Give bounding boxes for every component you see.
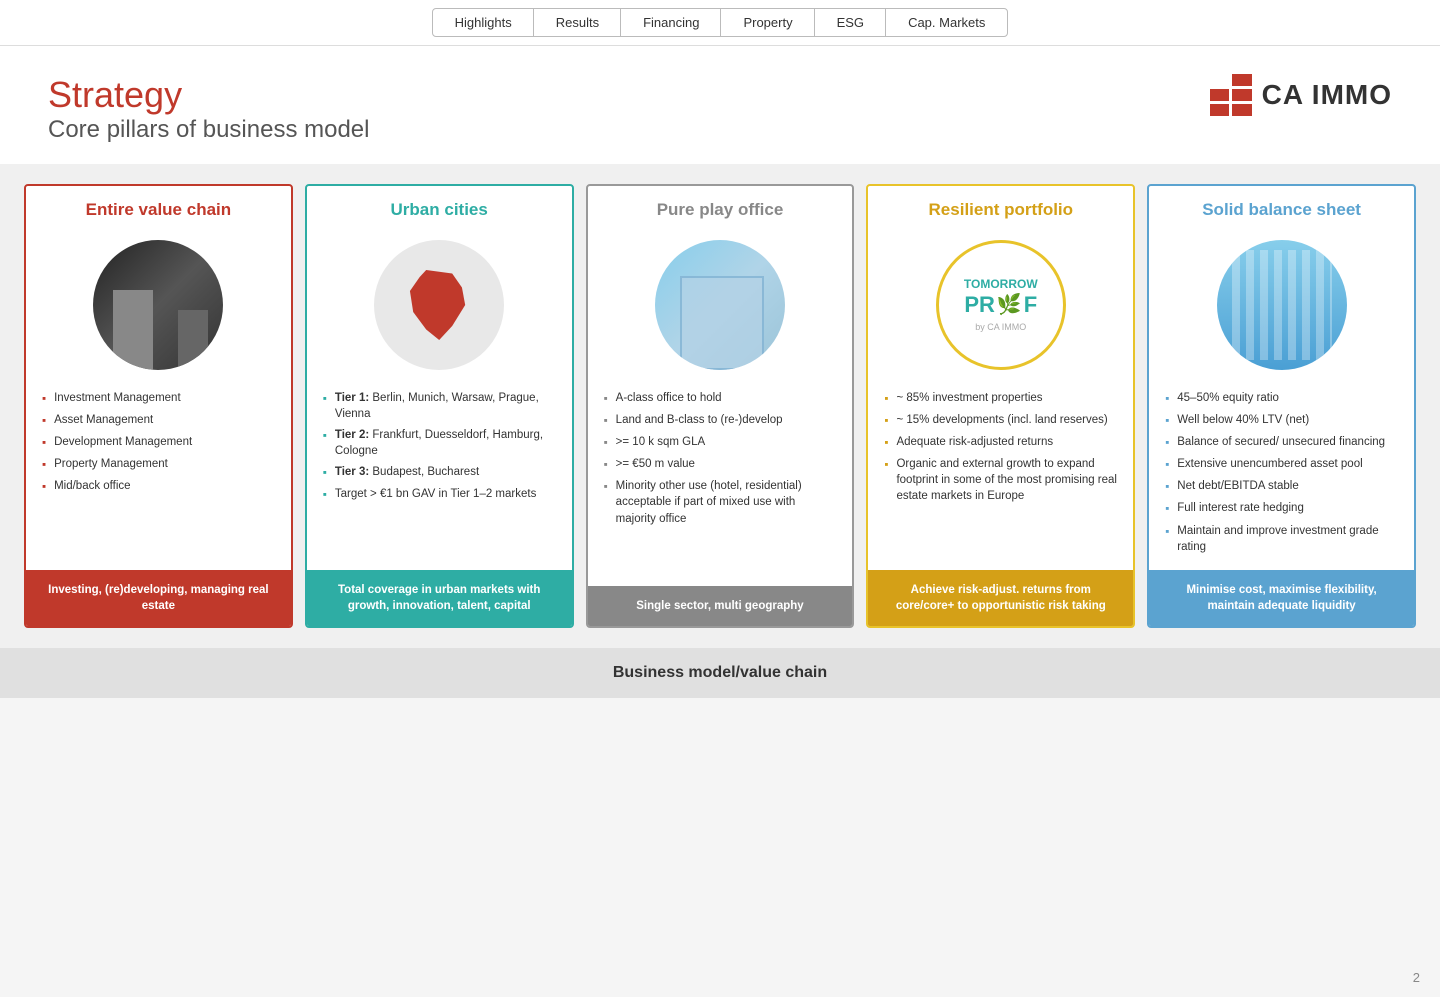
pillar-image-3 xyxy=(588,230,853,380)
pillar-body-1: Investment Management Asset Management D… xyxy=(26,380,291,570)
pillars-grid: Entire value chain Investment Management… xyxy=(24,184,1416,628)
navigation-bar: Highlights Results Financing Property ES… xyxy=(0,0,1440,46)
pillar-title-3: Pure play office xyxy=(588,186,853,230)
pillar-title-1: Entire value chain xyxy=(26,186,291,230)
list-item: Asset Management xyxy=(42,412,275,429)
pillar-title-5: Solid balance sheet xyxy=(1149,186,1414,230)
pillar-body-4: ~ 85% investment properties ~ 15% develo… xyxy=(868,380,1133,570)
pillar-body-2: Tier 1: Berlin, Munich, Warsaw, Prague, … xyxy=(307,380,572,570)
main-content: Entire value chain Investment Management… xyxy=(0,164,1440,648)
pillar-footer-3: Single sector, multi geography xyxy=(588,586,853,626)
building-image xyxy=(93,240,223,370)
page-number: 2 xyxy=(1413,970,1420,985)
leaf-icon: 🌿 xyxy=(997,293,1022,317)
list-item: Tier 2: Frankfurt, Duesseldorf, Hamburg,… xyxy=(323,427,556,459)
list-item: Net debt/EBITDA stable xyxy=(1165,478,1398,495)
list-item: ~ 85% investment properties xyxy=(884,390,1117,407)
list-item: Property Management xyxy=(42,456,275,473)
bullet-list-4: ~ 85% investment properties ~ 15% develo… xyxy=(884,390,1117,505)
page-header: Strategy Core pillars of business model … xyxy=(0,46,1440,164)
bullet-list-1: Investment Management Asset Management D… xyxy=(42,390,275,495)
list-item: >= 10 k sqm GLA xyxy=(604,434,837,451)
bottom-banner: Business model/value chain xyxy=(0,648,1440,698)
list-item: Investment Management xyxy=(42,390,275,407)
pillar-solid-balance-sheet: Solid balance sheet 45–50% equity ratio … xyxy=(1147,184,1416,628)
list-item: Organic and external growth to expand fo… xyxy=(884,456,1117,504)
bullet-list-2: Tier 1: Berlin, Munich, Warsaw, Prague, … xyxy=(323,390,556,504)
pillar-body-5: 45–50% equity ratio Well below 40% LTV (… xyxy=(1149,380,1414,570)
list-item: Mid/back office xyxy=(42,478,275,495)
tab-property[interactable]: Property xyxy=(720,8,815,37)
list-item: Maintain and improve investment grade ra… xyxy=(1165,523,1398,555)
list-item: Target > €1 bn GAV in Tier 1–2 markets xyxy=(323,486,556,503)
pillar-title-4: Resilient portfolio xyxy=(868,186,1133,230)
list-item: Tier 3: Budapest, Bucharest xyxy=(323,464,556,481)
tab-results[interactable]: Results xyxy=(533,8,622,37)
list-item: A-class office to hold xyxy=(604,390,837,407)
list-item: Full interest rate hedging xyxy=(1165,500,1398,517)
pillar-urban-cities: Urban cities Tier 1: Berlin, Munich, War… xyxy=(305,184,574,628)
pillar-footer-5: Minimise cost, maximise flexibility, mai… xyxy=(1149,570,1414,626)
list-item: >= €50 m value xyxy=(604,456,837,473)
pillar-image-5 xyxy=(1149,230,1414,380)
page-title: Strategy xyxy=(48,74,369,116)
list-item: Balance of secured/ unsecured financing xyxy=(1165,434,1398,451)
pillar-image-4: TOMORROW PR 🌿 F by CA IMMO xyxy=(868,230,1133,380)
company-logo: CA IMMO xyxy=(1210,74,1392,116)
list-item: Minority other use (hotel, residential) … xyxy=(604,478,837,526)
tab-cap-markets[interactable]: Cap. Markets xyxy=(885,8,1008,37)
list-item: Well below 40% LTV (net) xyxy=(1165,412,1398,429)
logo-text: CA IMMO xyxy=(1262,79,1392,111)
pillar-image-1 xyxy=(26,230,291,380)
list-item: Development Management xyxy=(42,434,275,451)
facade-image xyxy=(1217,240,1347,370)
pillar-footer-2: Total coverage in urban markets with gro… xyxy=(307,570,572,626)
bullet-list-5: 45–50% equity ratio Well below 40% LTV (… xyxy=(1165,390,1398,555)
pillar-pure-play-office: Pure play office A-class office to hold … xyxy=(586,184,855,628)
tab-financing[interactable]: Financing xyxy=(620,8,722,37)
logo-icon xyxy=(1210,74,1252,116)
pillar-body-3: A-class office to hold Land and B-class … xyxy=(588,380,853,586)
tomorrow-proof-logo: TOMORROW PR 🌿 F by CA IMMO xyxy=(936,240,1066,370)
pillar-entire-value-chain: Entire value chain Investment Management… xyxy=(24,184,293,628)
list-item: Land and B-class to (re-)develop xyxy=(604,412,837,429)
page-title-block: Strategy Core pillars of business model xyxy=(48,74,369,144)
map-image xyxy=(374,240,504,370)
list-item: ~ 15% developments (incl. land reserves) xyxy=(884,412,1117,429)
bullet-list-3: A-class office to hold Land and B-class … xyxy=(604,390,837,527)
list-item: 45–50% equity ratio xyxy=(1165,390,1398,407)
office-image xyxy=(655,240,785,370)
pillar-title-2: Urban cities xyxy=(307,186,572,230)
list-item: Extensive unencumbered asset pool xyxy=(1165,456,1398,473)
list-item: Adequate risk-adjusted returns xyxy=(884,434,1117,451)
map-red-region xyxy=(407,270,472,340)
list-item: Tier 1: Berlin, Munich, Warsaw, Prague, … xyxy=(323,390,556,422)
tab-esg[interactable]: ESG xyxy=(814,8,887,37)
tab-highlights[interactable]: Highlights xyxy=(432,8,535,37)
page-subtitle: Core pillars of business model xyxy=(48,116,369,144)
pillar-footer-4: Achieve risk-adjust. returns from core/c… xyxy=(868,570,1133,626)
pillar-image-2 xyxy=(307,230,572,380)
pillar-resilient-portfolio: Resilient portfolio TOMORROW PR 🌿 F by C… xyxy=(866,184,1135,628)
pillar-footer-1: Investing, (re)developing, managing real… xyxy=(26,570,291,626)
